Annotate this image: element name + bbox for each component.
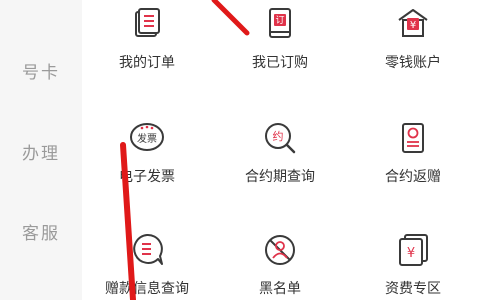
sidebar-item-number-card[interactable]: 号卡 xyxy=(0,58,82,83)
svg-text:¥: ¥ xyxy=(410,20,416,31)
blacklist-icon xyxy=(265,235,295,265)
order-list-icon xyxy=(135,8,160,37)
sidebar-item-customer-service[interactable]: 客服 xyxy=(0,219,82,244)
contract-gift-icon xyxy=(402,123,424,153)
service-grid: 我的订单 订 我已订购 ¥ 零钱账户 发票 电子发票 约 合约期查询 合约返赠 … xyxy=(82,0,480,300)
sidebar: 号卡 办理 客服 xyxy=(0,0,82,300)
contract-search-icon: 约 xyxy=(265,123,296,154)
app-page: 号卡 办理 客服 我的订单 订 我已订购 ¥ 零钱账户 发票 电子发票 约 合约… xyxy=(0,0,480,300)
svg-text:约: 约 xyxy=(273,130,284,143)
tariff-icon: ¥ xyxy=(399,234,428,266)
svg-text:订: 订 xyxy=(275,15,284,26)
tile-label: 零钱账户 xyxy=(385,55,441,71)
tile-label: 赠款信息查询 xyxy=(105,281,189,297)
svg-text:¥: ¥ xyxy=(407,246,415,261)
tile-label: 黑名单 xyxy=(259,281,301,297)
sidebar-item-handle[interactable]: 办理 xyxy=(0,139,82,164)
tile-label: 我的订单 xyxy=(119,55,175,71)
invoice-icon: 发票 xyxy=(130,123,164,151)
wallet-house-icon: ¥ xyxy=(398,9,428,37)
subscribed-icon: 订 xyxy=(269,8,291,38)
tile-label: 合约期查询 xyxy=(245,169,315,185)
gift-info-chat-icon xyxy=(133,233,163,265)
tile-label: 电子发票 xyxy=(119,169,175,185)
tile-label: 资费专区 xyxy=(385,281,441,297)
svg-text:发票: 发票 xyxy=(137,132,157,145)
tile-label: 我已订购 xyxy=(252,55,308,71)
tile-label: 合约返赠 xyxy=(385,169,441,185)
